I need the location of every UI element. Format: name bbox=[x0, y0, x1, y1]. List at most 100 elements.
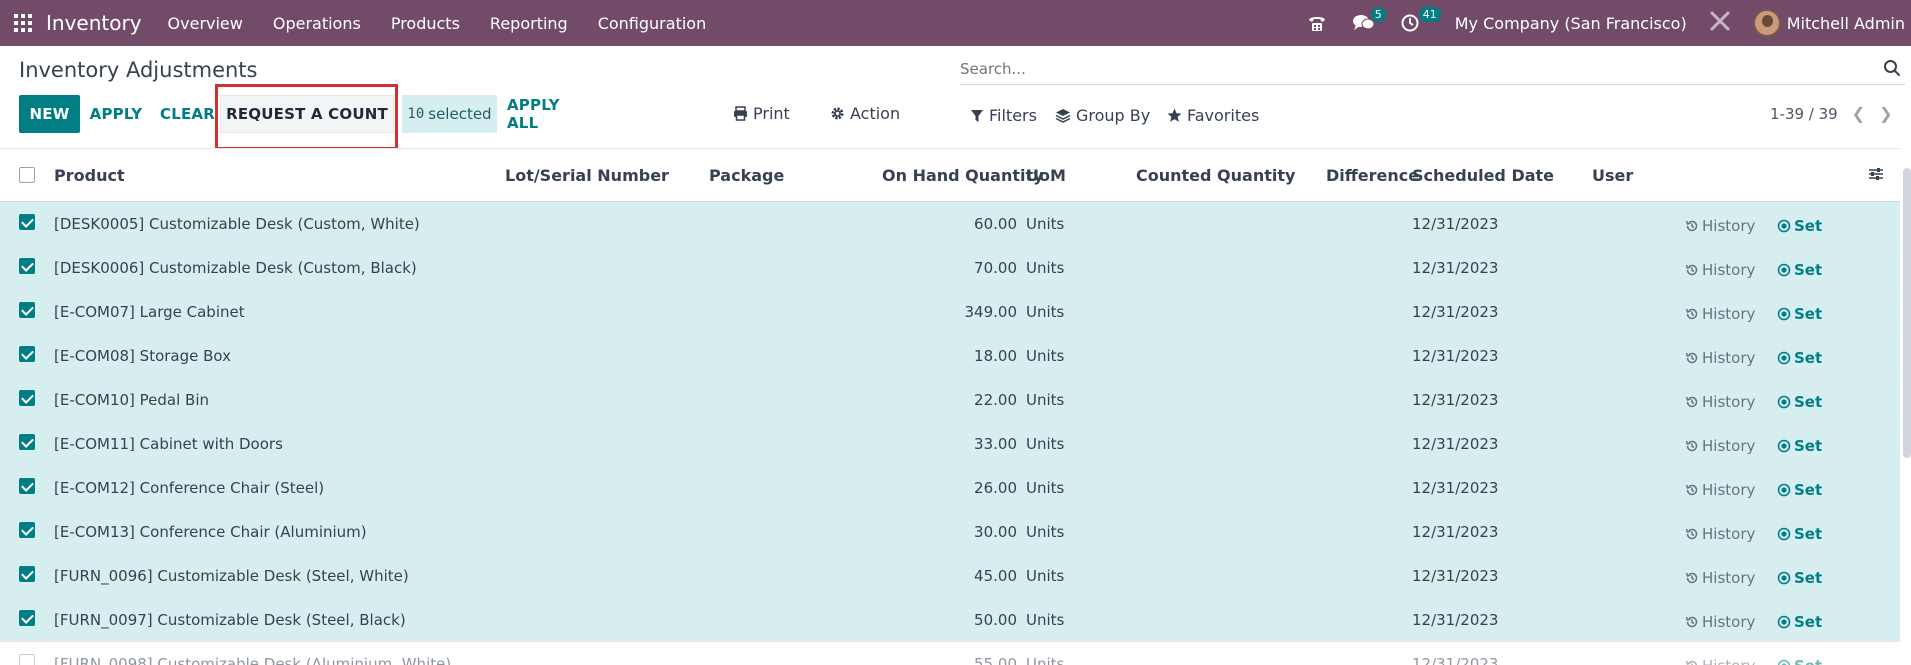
row-checkbox[interactable] bbox=[19, 610, 35, 626]
set-label: Set bbox=[1794, 613, 1823, 631]
table-row[interactable]: [E-COM08] Storage Box 18.00 Units 12/31/202… bbox=[0, 334, 1900, 378]
table-row[interactable]: [FURN_0098] Customizable Desk (Aluminium… bbox=[0, 642, 1900, 665]
optional-columns-sliders-icon[interactable] bbox=[1868, 167, 1884, 185]
history-label: History bbox=[1702, 349, 1756, 367]
table-row[interactable]: [E-COM13] Conference Chair (Aluminium) 30… bbox=[0, 510, 1900, 554]
table-row[interactable]: [E-COM12] Conference Chair (Steel) 26.00 U… bbox=[0, 466, 1900, 510]
history-button[interactable]: History bbox=[1685, 569, 1755, 587]
history-button[interactable]: History bbox=[1685, 657, 1755, 665]
history-button[interactable]: History bbox=[1685, 217, 1755, 235]
app-name[interactable]: Inventory bbox=[46, 11, 142, 35]
set-button[interactable]: Set bbox=[1777, 569, 1822, 587]
column-difference[interactable]: Difference bbox=[1326, 166, 1419, 185]
group-by-menu[interactable]: Group By bbox=[1055, 106, 1150, 125]
row-checkbox[interactable] bbox=[19, 302, 35, 318]
history-icon bbox=[1685, 660, 1698, 665]
menu-reporting[interactable]: Reporting bbox=[490, 14, 568, 33]
column-counted-quantity[interactable]: Counted Quantity bbox=[1136, 166, 1295, 185]
history-button[interactable]: History bbox=[1685, 261, 1755, 279]
table-row[interactable]: [DESK0005] Customizable Desk (Custom, Wh… bbox=[0, 202, 1900, 246]
column-on-hand-quantity[interactable]: On Hand Quantity bbox=[882, 166, 1044, 185]
set-button[interactable]: Set bbox=[1777, 613, 1822, 631]
row-checkbox[interactable] bbox=[19, 346, 35, 362]
bullseye-icon bbox=[1777, 263, 1791, 277]
column-package[interactable]: Package bbox=[709, 166, 784, 185]
history-button[interactable]: History bbox=[1685, 613, 1755, 631]
menu-overview[interactable]: Overview bbox=[168, 14, 243, 33]
row-checkbox[interactable] bbox=[19, 566, 35, 582]
menu-products[interactable]: Products bbox=[391, 14, 460, 33]
apply-button[interactable]: APPLY bbox=[90, 95, 142, 133]
product-cell: [E-COM13] Conference Chair (Aluminium) bbox=[54, 523, 367, 541]
history-icon bbox=[1685, 220, 1698, 232]
search-icon[interactable] bbox=[1883, 59, 1901, 81]
action-menu[interactable]: Action bbox=[830, 104, 900, 123]
row-checkbox[interactable] bbox=[19, 258, 35, 274]
column-uom[interactable]: UoM bbox=[1026, 166, 1066, 185]
history-label: History bbox=[1702, 525, 1756, 543]
company-switcher[interactable]: My Company (San Francisco) bbox=[1455, 14, 1687, 33]
table-row[interactable]: [E-COM10] Pedal Bin 22.00 Units 12/31/2023 H… bbox=[0, 378, 1900, 422]
user-avatar[interactable] bbox=[1752, 9, 1781, 37]
set-label: Set bbox=[1794, 481, 1823, 499]
row-checkbox[interactable] bbox=[19, 214, 35, 230]
apply-all-button[interactable]: APPLY ALL bbox=[507, 95, 589, 133]
scheduled-date-cell: 12/31/2023 bbox=[1412, 391, 1499, 409]
table-row[interactable]: [FURN_0096] Customizable Desk (Steel, Wh… bbox=[0, 554, 1900, 598]
history-button[interactable]: History bbox=[1685, 437, 1755, 455]
chevron-right-icon[interactable]: ❯ bbox=[1879, 104, 1892, 123]
vertical-scrollbar[interactable] bbox=[1903, 168, 1911, 458]
history-button[interactable]: History bbox=[1685, 349, 1755, 367]
on-hand-cell: 26.00 bbox=[974, 479, 1017, 497]
uom-cell: Units bbox=[1026, 303, 1065, 321]
menu-configuration[interactable]: Configuration bbox=[598, 14, 707, 33]
messages-icon[interactable]: 5 bbox=[1352, 7, 1386, 32]
set-button[interactable]: Set bbox=[1777, 349, 1822, 367]
set-button[interactable]: Set bbox=[1777, 481, 1822, 499]
row-checkbox[interactable] bbox=[19, 654, 35, 665]
set-button[interactable]: Set bbox=[1777, 437, 1822, 455]
search-input[interactable] bbox=[960, 55, 1860, 83]
history-button[interactable]: History bbox=[1685, 393, 1755, 411]
user-menu[interactable]: Mitchell Admin bbox=[1787, 14, 1905, 33]
clear-button[interactable]: CLEAR bbox=[160, 95, 215, 133]
set-button[interactable]: Set bbox=[1777, 305, 1822, 323]
set-button[interactable]: Set bbox=[1777, 261, 1822, 279]
column-lot-serial[interactable]: Lot/Serial Number bbox=[505, 166, 669, 185]
column-user[interactable]: User bbox=[1592, 166, 1633, 185]
set-button[interactable]: Set bbox=[1777, 657, 1822, 665]
row-checkbox[interactable] bbox=[19, 390, 35, 406]
chevron-left-icon[interactable]: ❮ bbox=[1852, 104, 1865, 123]
pager-value[interactable]: 1-39 / 39 bbox=[1770, 105, 1838, 123]
print-menu[interactable]: Print bbox=[733, 104, 790, 123]
menu-operations[interactable]: Operations bbox=[273, 14, 361, 33]
history-button[interactable]: History bbox=[1685, 525, 1755, 543]
column-scheduled-date[interactable]: Scheduled Date bbox=[1412, 166, 1554, 185]
phone-icon[interactable] bbox=[1307, 14, 1327, 32]
favorites-menu[interactable]: Favorites bbox=[1167, 106, 1259, 125]
apps-grid-icon[interactable] bbox=[0, 0, 46, 46]
activities-clock-icon[interactable]: 41 bbox=[1401, 7, 1441, 32]
set-button[interactable]: Set bbox=[1777, 525, 1822, 543]
select-all-checkbox[interactable] bbox=[19, 167, 35, 183]
row-checkbox[interactable] bbox=[19, 434, 35, 450]
table-header: Product Lot/Serial Number Package On Han… bbox=[0, 148, 1900, 202]
set-button[interactable]: Set bbox=[1777, 393, 1822, 411]
gear-icon bbox=[831, 107, 844, 120]
table-row[interactable]: [DESK0006] Customizable Desk (Custom, Bl… bbox=[0, 246, 1900, 290]
new-button[interactable]: NEW bbox=[19, 95, 80, 133]
group-by-label: Group By bbox=[1076, 106, 1151, 125]
table-row[interactable]: [E-COM11] Cabinet with Doors 33.00 Units 12… bbox=[0, 422, 1900, 466]
row-checkbox[interactable] bbox=[19, 522, 35, 538]
table-row[interactable]: [FURN_0097] Customizable Desk (Steel, Bl… bbox=[0, 598, 1900, 642]
column-product[interactable]: Product bbox=[54, 166, 125, 185]
filters-menu[interactable]: Filters bbox=[970, 106, 1037, 125]
selected-count-badge[interactable]: 10 selected bbox=[402, 95, 497, 133]
table-row[interactable]: [E-COM07] Large Cabinet 349.00 Units 12/31/… bbox=[0, 290, 1900, 334]
history-icon bbox=[1685, 308, 1698, 320]
debug-tools-icon[interactable] bbox=[1709, 10, 1731, 36]
history-button[interactable]: History bbox=[1685, 305, 1755, 323]
set-button[interactable]: Set bbox=[1777, 217, 1822, 235]
row-checkbox[interactable] bbox=[19, 478, 35, 494]
history-button[interactable]: History bbox=[1685, 481, 1755, 499]
